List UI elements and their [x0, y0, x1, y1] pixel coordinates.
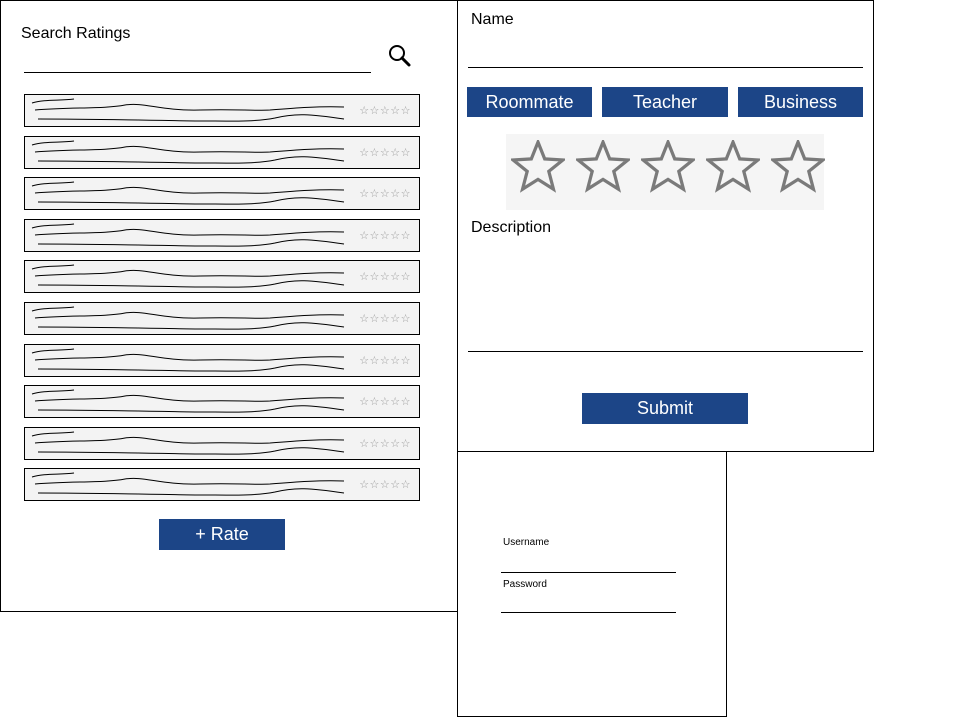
placeholder-text-scribble [31, 98, 345, 122]
placeholder-text-scribble [31, 181, 345, 205]
password-label: Password [503, 579, 547, 590]
search-icon[interactable] [387, 43, 413, 69]
rating-stars: ☆☆☆☆☆ [359, 436, 411, 450]
name-label: Name [471, 11, 514, 28]
placeholder-text-scribble [31, 472, 345, 497]
star-icon[interactable] [703, 137, 763, 199]
list-item[interactable]: ☆☆☆☆☆ [24, 426, 420, 460]
placeholder-text-scribble [31, 431, 345, 455]
list-item[interactable]: ☆☆☆☆☆ [24, 177, 420, 211]
username-input[interactable] [501, 550, 676, 573]
category-business-button[interactable]: Business [738, 87, 863, 117]
list-item[interactable]: ☆☆☆☆☆ [24, 94, 420, 127]
placeholder-text-scribble [31, 223, 345, 247]
list-item[interactable]: ☆☆☆☆☆ [24, 218, 420, 252]
rating-stars: ☆☆☆☆☆ [359, 270, 411, 284]
rate-button[interactable]: + Rate [159, 519, 285, 550]
placeholder-text-scribble [31, 264, 345, 289]
rating-stars: ☆☆☆☆☆ [359, 395, 411, 409]
rating-stars: ☆☆☆☆☆ [359, 145, 411, 159]
rating-stars: ☆☆☆☆☆ [359, 187, 411, 201]
submit-button[interactable]: Submit [582, 393, 748, 424]
category-roommate-button[interactable]: Roommate [467, 87, 592, 117]
list-item[interactable]: ☆☆☆☆☆ [24, 260, 420, 294]
description-label: Description [471, 219, 552, 236]
list-item[interactable]: ☆☆☆☆☆ [24, 468, 420, 502]
list-item[interactable]: ☆☆☆☆☆ [24, 385, 420, 419]
star-icon[interactable] [638, 137, 698, 199]
star-icon[interactable] [573, 137, 633, 199]
placeholder-text-scribble [31, 306, 345, 330]
description-input[interactable] [468, 243, 863, 352]
rating-stars: ☆☆☆☆☆ [359, 228, 411, 242]
list-item[interactable]: ☆☆☆☆☆ [24, 343, 420, 377]
placeholder-text-scribble [31, 348, 345, 372]
search-input[interactable] [24, 45, 371, 73]
placeholder-text-scribble [31, 389, 345, 413]
username-label: Username [503, 537, 550, 548]
search-title: Search Ratings [21, 25, 131, 42]
rating-stars: ☆☆☆☆☆ [359, 104, 411, 117]
placeholder-text-scribble [31, 140, 345, 164]
rating-stars: ☆☆☆☆☆ [359, 312, 411, 325]
rating-stars: ☆☆☆☆☆ [359, 353, 411, 367]
login-panel: Username Password [457, 451, 727, 717]
list-item[interactable]: ☆☆☆☆☆ [24, 135, 420, 169]
password-input[interactable] [501, 592, 676, 613]
rating-stars: ☆☆☆☆☆ [359, 478, 411, 492]
list-item[interactable]: ☆☆☆☆☆ [24, 302, 420, 335]
star-icon[interactable] [508, 137, 568, 199]
name-input[interactable] [468, 37, 863, 68]
rate-form-panel: Name Description [457, 0, 874, 452]
category-teacher-button[interactable]: Teacher [602, 87, 728, 117]
search-panel: Search Ratings ☆☆☆☆☆ ☆☆☆☆☆ ☆☆☆☆☆ ☆☆☆☆☆ ☆☆☆☆☆… [0, 0, 458, 612]
star-rating [506, 134, 828, 210]
star-icon[interactable] [768, 137, 828, 199]
